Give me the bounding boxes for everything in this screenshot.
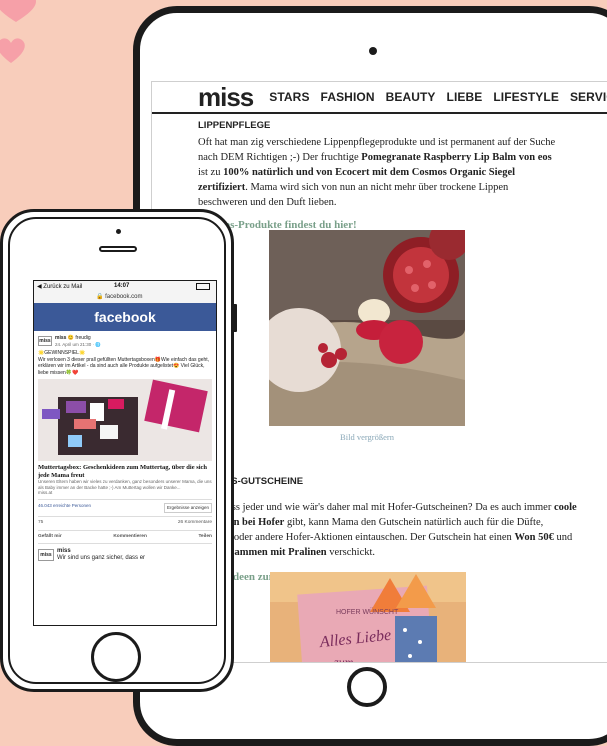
post-author[interactable]: miss — [55, 335, 66, 341]
comments-count[interactable]: 26 Kommentare — [178, 520, 212, 527]
nav-item-fashion[interactable]: FASHION — [321, 90, 375, 104]
post-header: miss miss 😊 freudig 24. April um 21:30 ·… — [38, 335, 212, 347]
phone-screen: ◀ Zurück zu Mail 14:07 🔒 facebook.com fa… — [33, 280, 217, 626]
nav-item-lifestyle[interactable]: LIFESTYLE — [493, 90, 559, 104]
phone-volume-up-button[interactable] — [0, 304, 1, 330]
heart-icon — [0, 0, 36, 22]
site-nav: miss STARS FASHION BEAUTY LIEBE LIFESTYL… — [152, 82, 607, 114]
heart-icon — [0, 38, 25, 63]
phone-speaker — [99, 246, 137, 252]
article-image-eos[interactable] — [269, 230, 465, 426]
phone-side-button[interactable] — [0, 274, 1, 290]
reactions-count[interactable]: 75 — [38, 520, 43, 527]
article-paragraph: Oft hat man zig verschiedene Lippenpfleg… — [198, 137, 556, 208]
avatar[interactable]: miss — [38, 336, 52, 346]
post-feeling: 😊 freudig — [67, 335, 91, 341]
svg-text:HOFER WÜNSCHT: HOFER WÜNSCHT — [336, 608, 399, 616]
phone-device: ◀ Zurück zu Mail 14:07 🔒 facebook.com fa… — [0, 209, 237, 692]
article-lippenpflege: LIPPENPFLEGE Oft hat man zig verschieden… — [198, 118, 558, 233]
article-image-hofer[interactable]: HOFER WÜNSCHT Alles Liebe zum — [270, 572, 466, 663]
comment-author[interactable]: miss — [57, 548, 145, 555]
show-results-button[interactable]: Ergebnisse anzeigen — [163, 502, 212, 513]
nav-links: STARS FASHION BEAUTY LIEBE LIFESTYLE SER… — [269, 90, 607, 104]
section-heading: LIPPENPFLEGE — [198, 120, 271, 131]
avatar[interactable]: miss — [38, 549, 54, 561]
like-button[interactable]: Gefällt mir — [38, 534, 62, 541]
back-to-mail-link[interactable]: ◀ Zurück zu Mail — [37, 283, 82, 290]
battery-icon — [196, 283, 210, 290]
share-button[interactable]: Teilen — [198, 534, 212, 541]
post-text: Wir verlosen 3 dieser prall gefüllten Mu… — [38, 356, 210, 376]
phone-home-button[interactable] — [91, 632, 141, 682]
article-paragraph: ...en muss jeder und wie wär's daher mal… — [198, 501, 577, 558]
section-heading: HOFERS-GUTSCHEINE — [198, 476, 304, 487]
comment-text: Wir sind uns ganz sicher, dass er — [57, 555, 146, 561]
post-image[interactable] — [38, 379, 212, 461]
site-logo[interactable]: miss — [198, 82, 254, 112]
phone-power-button[interactable] — [233, 304, 237, 332]
link-preview-description: Unseren Eltern haben wir vieles zu verda… — [38, 479, 212, 490]
phone-camera — [116, 229, 121, 234]
nav-item-service[interactable]: SERVICE — [570, 90, 607, 104]
tablet-camera — [369, 47, 377, 55]
nav-item-beauty[interactable]: BEAUTY — [386, 90, 436, 104]
comment-button[interactable]: Kommentieren — [113, 534, 147, 541]
link-preview-title[interactable]: Muttertagsbox: Geschenkideen zum Muttert… — [38, 464, 212, 479]
reach-count: 46.043 erreichte Personen — [38, 502, 92, 508]
comment-item: miss miss Wir sind uns ganz sicher, dass… — [38, 548, 212, 562]
url-bar[interactable]: 🔒 facebook.com — [96, 293, 143, 300]
post-reach-row: 46.043 erreichte Personen Ergebnisse anz… — [38, 502, 212, 513]
link-preview-domain: miss.at — [38, 490, 53, 495]
status-time: 14:07 — [114, 283, 130, 289]
facebook-header[interactable]: facebook — [34, 303, 216, 331]
reactions-row: 75 26 Kommentare — [38, 520, 212, 527]
facebook-post: miss miss 😊 freudig 24. April um 21:30 ·… — [34, 331, 216, 566]
post-actions: Gefällt mir Kommentieren Teilen — [38, 534, 212, 541]
svg-text:zum: zum — [333, 655, 354, 663]
status-bar: ◀ Zurück zu Mail 14:07 🔒 facebook.com — [34, 281, 216, 303]
nav-item-stars[interactable]: STARS — [269, 90, 309, 104]
post-date[interactable]: 24. April um 21:30 · 🌐 — [55, 342, 101, 348]
image-caption-link[interactable]: Bild vergrößern — [302, 432, 432, 442]
phone-volume-down-button[interactable] — [0, 338, 1, 364]
nav-item-liebe[interactable]: LIEBE — [447, 90, 483, 104]
tablet-home-button[interactable] — [347, 667, 387, 707]
